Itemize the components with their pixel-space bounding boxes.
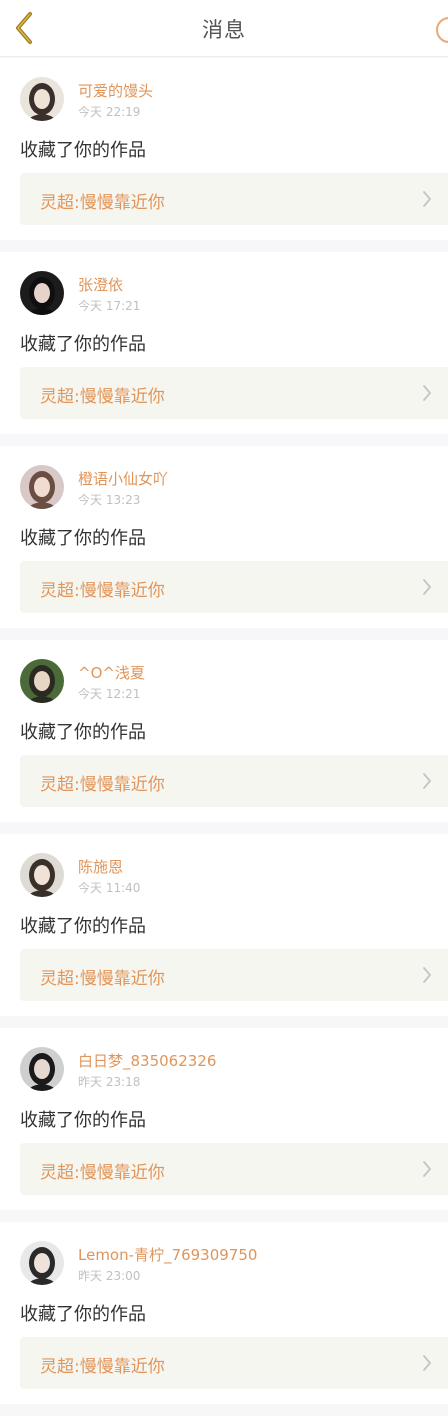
avatar[interactable] — [20, 465, 64, 509]
action-text: 收藏了你的作品 — [20, 722, 146, 743]
action-text: 收藏了你的作品 — [20, 334, 146, 355]
avatar[interactable] — [20, 659, 64, 703]
chevron-right-icon — [423, 191, 431, 207]
notification-list: 可爱的馒头 今天 22:19 收藏了你的作品 灵超:慢慢靠近你 张澄依 今天 1… — [0, 58, 448, 1416]
chevron-right-icon — [423, 1355, 431, 1371]
avatar[interactable] — [20, 1047, 64, 1091]
chevron-right-icon — [423, 1161, 431, 1177]
user-name[interactable]: 陈施恩 — [78, 856, 123, 877]
user-name[interactable]: 白日梦_835062326 — [78, 1050, 216, 1071]
work-link[interactable]: 灵超:慢慢靠近你 — [20, 1143, 448, 1195]
timestamp: 昨天 23:18 — [78, 1075, 141, 1089]
work-title: 灵超:慢慢靠近你 — [40, 969, 165, 989]
top-bar: 消息 — [0, 0, 448, 57]
work-title: 灵超:慢慢靠近你 — [40, 193, 165, 213]
action-text: 收藏了你的作品 — [20, 1304, 146, 1325]
chevron-right-icon — [423, 967, 431, 983]
notification-item[interactable]: 橙语小仙女吖 今天 13:23 收藏了你的作品 灵超:慢慢靠近你 — [0, 446, 448, 640]
chevron-right-icon — [423, 773, 431, 789]
timestamp: 今天 22:19 — [78, 105, 141, 119]
user-name[interactable]: 可爱的馒头 — [78, 80, 153, 101]
page-title: 消息 — [202, 18, 246, 42]
notification-item[interactable]: 张澄依 今天 17:21 收藏了你的作品 灵超:慢慢靠近你 — [0, 252, 448, 446]
notification-item[interactable]: 可爱的馒头 今天 22:19 收藏了你的作品 灵超:慢慢靠近你 — [0, 58, 448, 252]
action-text: 收藏了你的作品 — [20, 1110, 146, 1131]
work-title: 灵超:慢慢靠近你 — [40, 581, 165, 601]
timestamp: 昨天 23:00 — [78, 1269, 141, 1283]
work-link[interactable]: 灵超:慢慢靠近你 — [20, 367, 448, 419]
timestamp: 今天 17:21 — [78, 299, 141, 313]
work-title: 灵超:慢慢靠近你 — [40, 1357, 165, 1377]
avatar[interactable] — [20, 271, 64, 315]
work-link[interactable]: 灵超:慢慢靠近你 — [20, 1337, 448, 1389]
timestamp: 今天 11:40 — [78, 881, 141, 895]
work-link[interactable]: 灵超:慢慢靠近你 — [20, 755, 448, 807]
user-name[interactable]: 张澄依 — [78, 274, 123, 295]
avatar[interactable] — [20, 853, 64, 897]
notification-item[interactable]: ^O^浅夏 今天 12:21 收藏了你的作品 灵超:慢慢靠近你 — [0, 640, 448, 834]
work-title: 灵超:慢慢靠近你 — [40, 387, 165, 407]
timestamp: 今天 13:23 — [78, 493, 141, 507]
action-text: 收藏了你的作品 — [20, 140, 146, 161]
notification-item[interactable]: Lemon-青柠_769309750 昨天 23:00 收藏了你的作品 灵超:慢… — [0, 1222, 448, 1416]
user-name[interactable]: Lemon-青柠_769309750 — [78, 1244, 257, 1265]
action-text: 收藏了你的作品 — [20, 528, 146, 549]
avatar[interactable] — [20, 1241, 64, 1285]
work-title: 灵超:慢慢靠近你 — [40, 1163, 165, 1183]
notification-item[interactable]: 陈施恩 今天 11:40 收藏了你的作品 灵超:慢慢靠近你 — [0, 834, 448, 1028]
work-link[interactable]: 灵超:慢慢靠近你 — [20, 173, 448, 225]
timestamp: 今天 12:21 — [78, 687, 141, 701]
work-title: 灵超:慢慢靠近你 — [40, 775, 165, 795]
work-link[interactable]: 灵超:慢慢靠近你 — [20, 949, 448, 1001]
action-text: 收藏了你的作品 — [20, 916, 146, 937]
work-link[interactable]: 灵超:慢慢靠近你 — [20, 561, 448, 613]
chevron-right-icon — [423, 385, 431, 401]
user-name[interactable]: ^O^浅夏 — [78, 662, 145, 683]
user-name[interactable]: 橙语小仙女吖 — [78, 468, 168, 489]
notification-item[interactable]: 白日梦_835062326 昨天 23:18 收藏了你的作品 灵超:慢慢靠近你 — [0, 1028, 448, 1222]
chevron-right-icon — [423, 579, 431, 595]
avatar[interactable] — [20, 77, 64, 121]
